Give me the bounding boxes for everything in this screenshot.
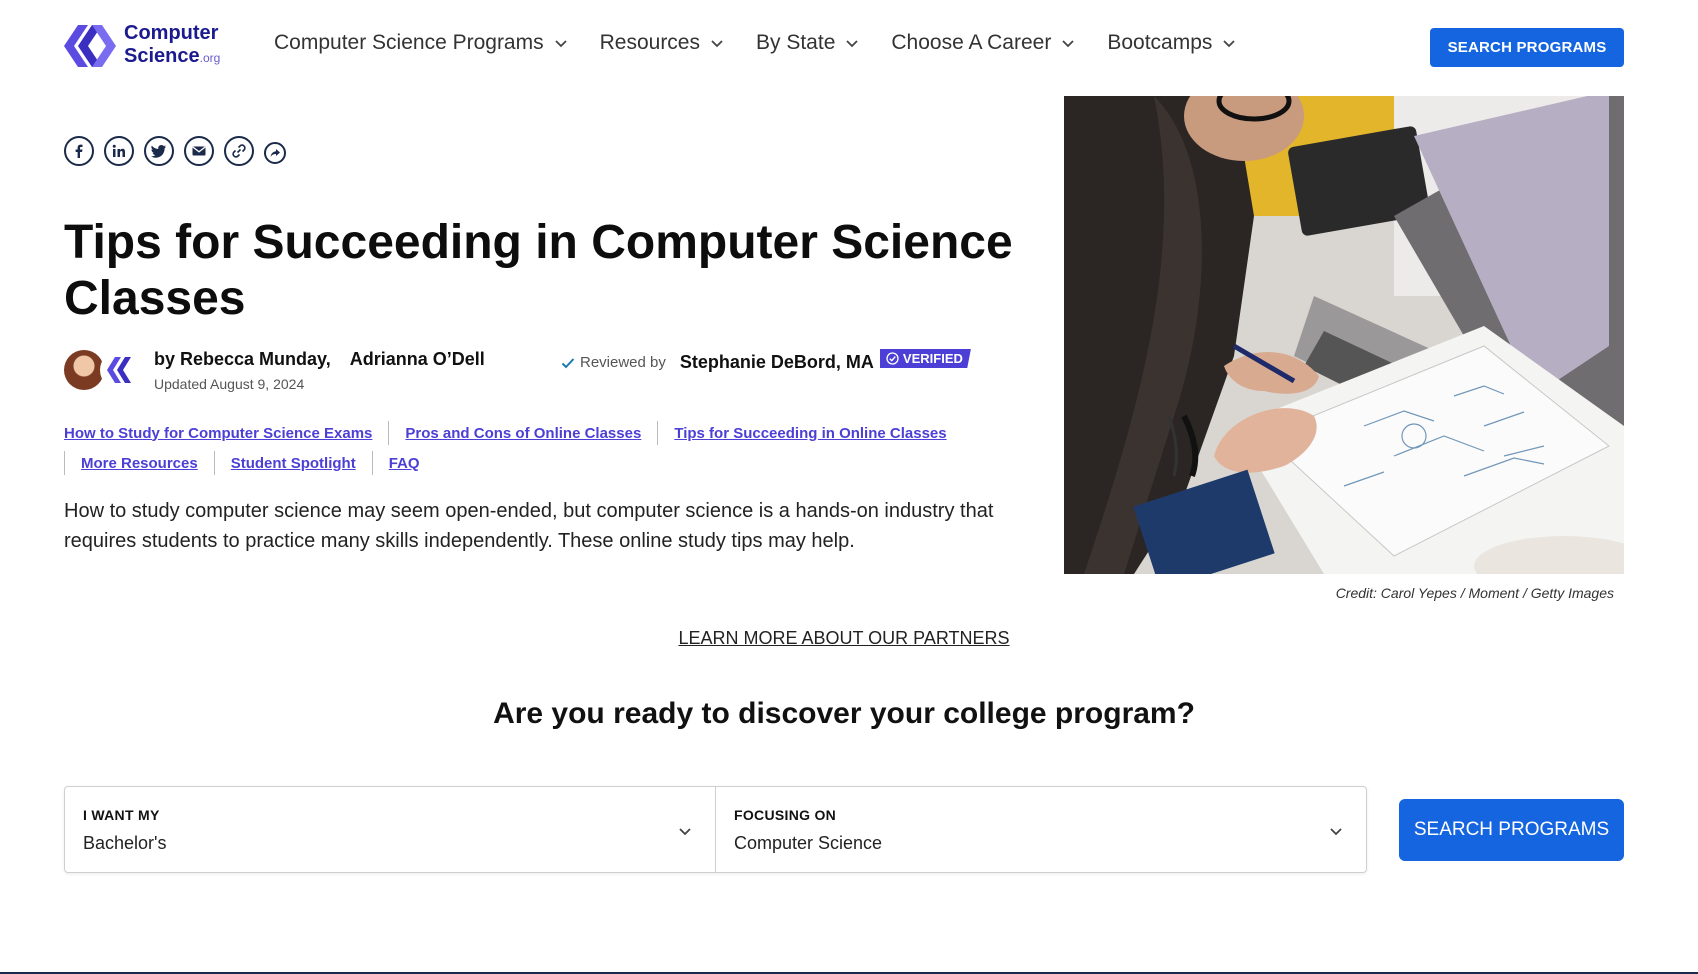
nav-label: By State [756,31,836,54]
search-programs-button[interactable]: SEARCH PROGRAMS [1399,799,1624,861]
logo-line2: Science [124,45,200,67]
author-avatars [64,350,144,392]
checkmark-icon [561,357,575,368]
focus-value: Computer Science [734,833,883,853]
chevron-down-icon [846,40,859,48]
focus-select[interactable]: FOCUSING ON Computer Science [715,787,1366,872]
degree-label: I WANT MY [83,807,160,823]
chevron-down-icon [1330,828,1342,836]
nav-bootcamps[interactable]: Bootcamps [1107,31,1236,55]
learn-more-partners-link[interactable]: LEARN MORE ABOUT OUR PARTNERS [0,628,1688,649]
social-share-bar [64,136,296,166]
logo-org: .org [199,51,221,65]
nav-by-state[interactable]: By State [756,31,859,55]
link-icon[interactable] [224,136,254,166]
table-of-contents: How to Study for Computer Science Exams … [64,418,1004,478]
nav-computer-science-programs[interactable]: Computer Science Programs [274,31,568,55]
chevron-down-icon [1062,40,1074,48]
logo-mark-icon [107,357,131,383]
verified-label: VERIFIED [902,351,963,366]
email-icon[interactable] [184,136,214,166]
verified-badge[interactable]: VERIFIED [879,349,971,368]
toc-link-student-spotlight[interactable]: Student Spotlight [231,455,356,472]
nav-resources[interactable]: Resources [600,31,724,55]
updated-date: Updated August 9, 2024 [154,376,305,392]
divider [371,451,373,475]
program-search-form: I WANT MY Bachelor's FOCUSING ON Compute… [64,786,1367,873]
toc-row: More Resources Student Spotlight FAQ [64,448,1004,478]
divider [64,451,65,475]
focus-label: FOCUSING ON [734,807,837,823]
linkedin-icon[interactable] [104,136,134,166]
facebook-icon[interactable] [64,136,94,166]
logo-line1: Computer [124,22,219,44]
header-search-programs-button[interactable]: SEARCH PROGRAMS [1430,28,1624,67]
nav-label: Resources [599,31,700,54]
student-writing-photo [1064,96,1624,574]
degree-select[interactable]: I WANT MY Bachelor's [65,787,715,872]
logo-text: Computer Science.org [124,22,220,70]
nav-label: Choose A Career [891,31,1052,54]
toc-row: How to Study for Computer Science Exams … [64,418,1004,448]
nav-choose-a-career[interactable]: Choose A Career [891,31,1075,55]
nav-label: Computer Science Programs [274,31,544,54]
divider [657,421,659,445]
toc-link-study-for-exams[interactable]: How to Study for Computer Science Exams [64,425,372,442]
logo-mark-icon [64,25,116,67]
image-credit: Credit: Carol Yepes / Moment / Getty Ima… [1335,585,1614,601]
degree-value: Bachelor's [83,833,167,853]
avatar[interactable] [64,350,104,390]
avatar[interactable] [100,350,140,390]
toc-link-faq[interactable]: FAQ [389,455,420,472]
site-logo[interactable]: Computer Science.org [64,22,220,70]
verified-check-icon [886,352,899,365]
byline: by Rebecca Munday, Adrianna O’Dell [154,349,485,370]
twitter-icon[interactable] [144,136,174,166]
main-nav: Computer Science Programs Resources By S… [274,31,1268,55]
author-link[interactable]: by Rebecca Munday, [154,349,331,369]
reviewed-by-label: Reviewed by [580,354,666,371]
author-link[interactable]: Adrianna O’Dell [350,349,485,369]
search-heading: Are you ready to discover your college p… [493,697,1195,730]
article-title: Tips for Succeeding in Computer Science … [64,216,1013,325]
hero-image [1064,96,1624,574]
divider [388,421,390,445]
toc-link-pros-cons-online[interactable]: Pros and Cons of Online Classes [405,425,641,442]
reviewer-info: Reviewed by Stephanie DeBord, MA VERIFIE… [560,349,971,373]
toc-link-more-resources[interactable]: More Resources [81,455,198,472]
chevron-down-icon [554,40,567,48]
chevron-down-icon [679,828,691,836]
toc-link-tips-online-classes[interactable]: Tips for Succeeding in Online Classes [674,425,946,442]
site-header: Computer Science.org Computer Science Pr… [0,0,1698,95]
reviewer-name[interactable]: Stephanie DeBord, MA [680,352,874,373]
chevron-down-icon [1223,40,1236,48]
divider [213,451,215,475]
chevron-down-icon [711,40,723,48]
nav-label: Bootcamps [1107,31,1213,54]
share-icon[interactable] [264,142,286,164]
article-intro: How to study computer science may seem o… [64,500,994,552]
